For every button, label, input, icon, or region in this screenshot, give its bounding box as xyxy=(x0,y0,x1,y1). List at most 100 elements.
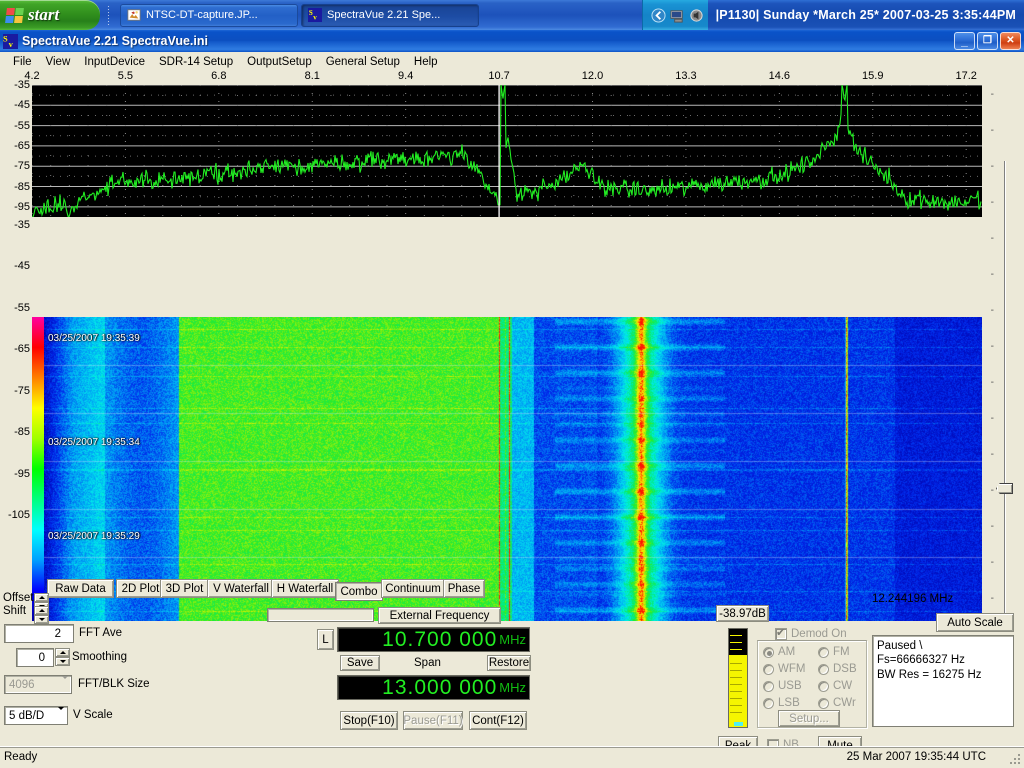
menu-item-sdr14-setup[interactable]: SDR-14 Setup xyxy=(152,54,240,70)
spectravue-screen: start NTSC-DT-capture.JP... S v SpectraV… xyxy=(0,0,1024,768)
radio-dsb[interactable]: DSB xyxy=(818,663,857,675)
fft-ave-label: FFT Ave xyxy=(79,627,123,639)
menu-item-outputsetup[interactable]: OutputSetup xyxy=(240,54,319,70)
maximize-icon: ❐ xyxy=(983,35,992,46)
taskbar-task-list: NTSC-DT-capture.JP... S v SpectraVue 2.2… xyxy=(116,0,479,30)
spectrum-db-tick-label: -95 xyxy=(14,200,30,213)
volume-icon[interactable] xyxy=(689,8,704,23)
v-scale-select[interactable]: 5 dB/D xyxy=(4,706,68,725)
center-frequency-display[interactable]: 10.700 000 MHz xyxy=(337,627,530,652)
spectrum-db-tick-label: -35 xyxy=(14,79,30,91)
menu-item-help[interactable]: Help xyxy=(407,54,445,70)
arrow-up-icon xyxy=(59,651,66,654)
spectrum-plot[interactable] xyxy=(32,85,982,217)
smoothing-spinner[interactable] xyxy=(55,648,70,666)
tab-phase[interactable]: Phase xyxy=(443,579,485,598)
radio-lsb[interactable]: LSB xyxy=(763,697,800,709)
smoothing-input[interactable]: 0 xyxy=(16,648,54,667)
smoothing-spinner-down[interactable] xyxy=(55,657,70,666)
stop-button[interactable]: Stop(F10) xyxy=(340,711,398,730)
radio-cw[interactable]: CW xyxy=(818,680,852,692)
cont-button[interactable]: Cont(F12) xyxy=(469,711,527,730)
quick-launch-grip[interactable] xyxy=(100,0,116,30)
taskbar-item-image[interactable]: NTSC-DT-capture.JP... xyxy=(120,3,298,27)
external-frequency-button[interactable]: External Frequency xyxy=(378,607,501,624)
fft-ave-input[interactable]: 2 xyxy=(4,624,74,643)
waterfall-db-tick-label: -35 xyxy=(14,219,30,231)
taskbar-clock[interactable]: |P1130| Sunday *March 25* 2007-03-25 3:3… xyxy=(707,0,1024,30)
shift-spinner[interactable] xyxy=(34,606,49,624)
tab-2d-plot[interactable]: 2D Plot xyxy=(116,579,165,598)
slider-track[interactable] xyxy=(1004,161,1006,631)
frequency-tick-label: 14.6 xyxy=(768,70,791,82)
minimize-button[interactable]: _ xyxy=(954,32,975,50)
window-controls: _ ❐ ✕ xyxy=(954,32,1021,50)
pause-button: Pause(F11) xyxy=(403,711,463,730)
start-button[interactable]: start xyxy=(0,0,100,30)
tab-h-waterfall[interactable]: H Waterfall xyxy=(271,579,339,598)
close-icon: ✕ xyxy=(1006,35,1015,46)
auto-scale-button[interactable]: Auto Scale xyxy=(936,613,1014,632)
tab-raw-data[interactable]: Raw Data xyxy=(47,579,114,598)
taskbar-item-spectravue[interactable]: S v SpectraVue 2.21 Spe... xyxy=(301,3,479,27)
window-title: SpectraVue 2.21 SpectraVue.ini xyxy=(22,34,208,48)
offset-spinner-up[interactable] xyxy=(34,593,49,602)
radio-usb[interactable]: USB xyxy=(763,680,802,692)
shift-spinner-down[interactable] xyxy=(34,615,49,624)
spectrum-db-tick-label: -65 xyxy=(14,139,30,152)
show-hidden-icons-icon[interactable] xyxy=(651,7,666,23)
smoothing-spinner-up[interactable] xyxy=(55,648,70,657)
demod-on-checkbox[interactable]: Demod On xyxy=(775,626,847,640)
fft-blk-size-select[interactable]: 4096 xyxy=(4,675,72,694)
arrow-down-icon xyxy=(59,660,66,663)
menu-item-file[interactable]: File xyxy=(6,54,39,70)
frequency-tick-label: 6.8 xyxy=(211,70,227,82)
waterfall-db-tick-label: -45 xyxy=(14,260,30,273)
maximize-button[interactable]: ❐ xyxy=(977,32,998,50)
tab-v-waterfall[interactable]: V Waterfall xyxy=(207,579,275,598)
shift-spinner-up[interactable] xyxy=(34,606,49,615)
radio-icon xyxy=(818,680,829,692)
restore-button[interactable]: Restore xyxy=(487,655,531,671)
radio-am[interactable]: AM xyxy=(763,646,795,658)
right-tick-mark: - xyxy=(990,89,994,100)
waterfall-scroll-slider[interactable] xyxy=(996,161,1013,631)
l-button[interactable]: L xyxy=(317,629,334,650)
menu-item-general-setup[interactable]: General Setup xyxy=(319,54,407,70)
radio-cwr[interactable]: CWr xyxy=(818,697,856,709)
tab-combo[interactable]: Combo xyxy=(335,582,383,601)
slider-thumb[interactable] xyxy=(996,483,1013,494)
close-button[interactable]: ✕ xyxy=(1000,32,1021,50)
network-icon[interactable] xyxy=(670,8,685,23)
menu-item-inputdevice[interactable]: InputDevice xyxy=(77,54,152,70)
windows-flag-icon xyxy=(5,7,24,23)
menu-item-view[interactable]: View xyxy=(39,54,78,70)
right-tick-mark: - xyxy=(990,557,994,568)
span-display[interactable]: 13.000 000 MHz xyxy=(337,675,530,700)
frequency-tick-label: 9.4 xyxy=(398,70,414,82)
window-titlebar[interactable]: S v SpectraVue 2.21 SpectraVue.ini _ ❐ ✕ xyxy=(0,30,1024,52)
radio-fm[interactable]: FM xyxy=(818,646,850,658)
spectrum-db-tick-label: -55 xyxy=(14,119,30,132)
status-text-panel[interactable]: Paused \ Fs=66666327 Hz BW Res = 16275 H… xyxy=(872,635,1014,727)
waterfall-db-tick-label: -65 xyxy=(14,343,30,356)
arrow-up-icon xyxy=(38,609,45,612)
radio-icon xyxy=(818,663,829,675)
radio-wfm[interactable]: WFM xyxy=(763,663,805,675)
fft-blk-size-value: 4096 xyxy=(9,678,35,691)
resize-grip-icon[interactable] xyxy=(1008,752,1022,766)
save-button[interactable]: Save xyxy=(340,655,380,671)
windows-taskbar: start NTSC-DT-capture.JP... S v SpectraV… xyxy=(0,0,1024,30)
tab-3d-plot[interactable]: 3D Plot xyxy=(160,579,209,598)
right-tick-mark: - xyxy=(990,521,994,532)
frequency-tick-label: 5.5 xyxy=(117,70,134,82)
external-frequency-input[interactable] xyxy=(267,608,374,622)
svg-text:v: v xyxy=(313,13,317,21)
waterfall-db-tick-label: -55 xyxy=(14,301,30,314)
chevron-down-icon xyxy=(58,706,64,722)
signal-meter xyxy=(728,628,748,728)
waterfall-plot[interactable]: 03/25/2007 19:35:39 03/25/2007 19:35:34 … xyxy=(44,317,982,621)
right-tick-mark: - xyxy=(990,197,994,208)
radio-icon xyxy=(763,646,774,658)
tab-continuum[interactable]: Continuum xyxy=(381,579,445,598)
